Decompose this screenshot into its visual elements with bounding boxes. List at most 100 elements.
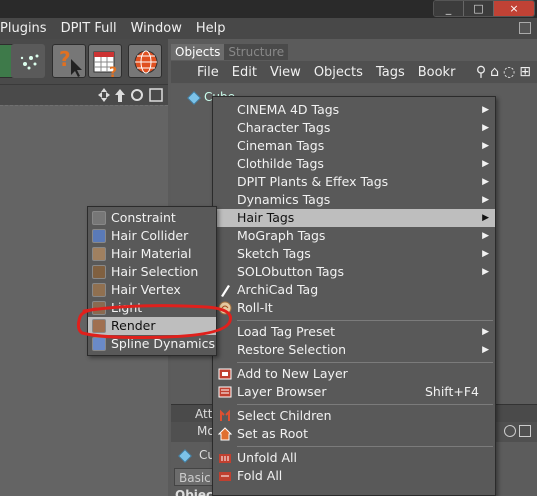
menu-item-dynamics-tags[interactable]: Dynamics Tags ▶ <box>213 191 495 209</box>
submenu-item-hair-collider[interactable]: Hair Collider <box>88 227 216 245</box>
menu-item-cinema4d-tags[interactable]: CINEMA 4D Tags ▶ <box>213 101 495 119</box>
menu-item-select-children[interactable]: Select Children <box>213 407 495 425</box>
menu-separator <box>237 320 493 321</box>
menu-window[interactable]: Window <box>131 21 190 36</box>
unfold-icon <box>219 454 231 463</box>
submenu-arrow-icon: ▶ <box>482 159 489 169</box>
submenu-arrow-icon: ▶ <box>482 123 489 133</box>
eye-icon[interactable]: ◌ <box>503 64 515 80</box>
attr-cube-icon <box>178 449 192 463</box>
menu-separator <box>237 404 493 405</box>
menu-item-sketch-tags[interactable]: Sketch Tags ▶ <box>213 245 495 263</box>
submenu-item-light[interactable]: Light <box>88 299 216 317</box>
submenu-arrow-icon: ▶ <box>482 327 489 337</box>
shortcut-label: Shift+F4 <box>424 384 479 399</box>
window-controls: _ □ × <box>433 0 535 17</box>
menu-help[interactable]: Help <box>196 21 234 36</box>
om-menu-bookmarks[interactable]: Bookr <box>418 65 456 80</box>
menu-item-fold-all[interactable]: Fold All <box>213 467 495 485</box>
menu-item-character-tags[interactable]: Character Tags ▶ <box>213 119 495 137</box>
roll-it-icon <box>218 301 232 315</box>
om-menu-tags[interactable]: Tags <box>376 65 405 80</box>
submenu-item-spline-dynamics[interactable]: Spline Dynamics <box>88 335 216 353</box>
menu-item-label: SOLObutton Tags <box>237 264 345 279</box>
menu-item-dpit-tags[interactable]: DPIT Plants & Effex Tags ▶ <box>213 173 495 191</box>
fold-icon <box>219 472 231 481</box>
tab-structure[interactable]: Structure <box>224 44 289 60</box>
new-window-icon[interactable] <box>519 425 531 437</box>
menu-separator <box>237 362 493 363</box>
menu-item-load-tag-preset[interactable]: Load Tag Preset ▶ <box>213 323 495 341</box>
submenu-arrow-icon: ▶ <box>482 345 489 355</box>
menu-item-label: Add to New Layer <box>237 366 348 381</box>
archicad-pencil-icon <box>221 285 230 297</box>
main-menubar: Plugins DPIT Full Window Help <box>0 18 537 39</box>
tags-context-menu: CINEMA 4D Tags ▶ Character Tags ▶ Cineman … <box>212 96 496 496</box>
menu-item-layer-browser[interactable]: Layer Browser Shift+F4 <box>213 383 495 401</box>
hair-vertex-icon <box>92 283 106 297</box>
help-cursor-icon[interactable]: ? <box>52 44 86 78</box>
menu-item-add-to-new-layer[interactable]: Add to New Layer <box>213 365 495 383</box>
menu-item-label: ArchiCad Tag <box>237 282 319 297</box>
menu-item-label: Hair Tags <box>237 210 295 225</box>
submenu-arrow-icon: ▶ <box>482 267 489 277</box>
menu-item-cineman-tags[interactable]: Cineman Tags ▶ <box>213 137 495 155</box>
globe-icon[interactable] <box>128 44 162 78</box>
viewport-nav-icons[interactable] <box>98 86 168 104</box>
calendar-help-icon[interactable]: ? <box>88 44 122 81</box>
new-panel-icon[interactable]: ⊞ <box>519 64 531 80</box>
minimize-button[interactable]: _ <box>434 1 464 16</box>
cube-icon <box>187 90 201 105</box>
menu-item-roll-it[interactable]: Roll-It <box>213 299 495 317</box>
menu-item-restore-selection[interactable]: Restore Selection ▶ <box>213 341 495 359</box>
hair-material-icon <box>92 247 106 261</box>
menu-item-label: Cineman Tags <box>237 138 325 153</box>
submenu-arrow-icon: ▶ <box>482 249 489 259</box>
select-children-icon <box>220 409 230 421</box>
submenu-arrow-icon: ▶ <box>482 141 489 151</box>
menu-item-solobutton-tags[interactable]: SOLObutton Tags ▶ <box>213 263 495 281</box>
menu-item-label: DPIT Plants & Effex Tags <box>237 174 389 189</box>
menu-dpit-full[interactable]: DPIT Full <box>61 21 125 36</box>
particles-icon <box>20 54 39 70</box>
om-menu-edit[interactable]: Edit <box>232 65 257 80</box>
home-icon[interactable]: ⌂ <box>490 64 499 80</box>
maximize-button[interactable]: □ <box>464 1 494 16</box>
menu-item-hair-tags[interactable]: Hair Tags ▶ <box>213 209 495 227</box>
submenu-item-label: Light <box>111 300 143 315</box>
submenu-item-hair-vertex[interactable]: Hair Vertex <box>88 281 216 299</box>
submenu-item-hair-selection[interactable]: Hair Selection <box>88 263 216 281</box>
submenu-item-constraint[interactable]: Constraint <box>88 209 216 227</box>
menu-item-clothilde-tags[interactable]: Clothilde Tags ▶ <box>213 155 495 173</box>
submenu-item-render[interactable]: Render <box>88 317 216 335</box>
om-menu-view[interactable]: View <box>270 65 301 80</box>
submenu-item-hair-material[interactable]: Hair Material <box>88 245 216 263</box>
menu-plugins[interactable]: Plugins <box>0 21 55 36</box>
menu-item-label: Roll-It <box>237 300 273 315</box>
layer-add-icon <box>218 368 232 380</box>
close-button[interactable]: × <box>494 1 534 16</box>
tab-objects[interactable]: Objects <box>171 44 225 60</box>
restore-layout-icon[interactable] <box>519 22 531 34</box>
menu-item-unfold-all[interactable]: Unfold All <box>213 449 495 467</box>
hair-render-icon <box>92 319 106 333</box>
object-manager-tabs: Objects Structure <box>171 44 289 60</box>
menu-item-label: Character Tags <box>237 120 331 135</box>
tab-basic[interactable]: Basic <box>174 468 214 486</box>
viewport-header <box>0 85 168 105</box>
submenu-arrow-icon: ▶ <box>482 231 489 241</box>
om-menu-objects[interactable]: Objects <box>314 65 363 80</box>
menu-separator <box>237 446 493 447</box>
search-icon[interactable]: ⚲ <box>476 64 486 80</box>
submenu-arrow-icon: ▶ <box>482 213 489 223</box>
menu-item-archicad-tag[interactable]: ArchiCad Tag <box>213 281 495 299</box>
menu-item-label: MoGraph Tags <box>237 228 326 243</box>
lock-icon[interactable] <box>504 425 516 437</box>
submenu-item-label: Hair Vertex <box>111 282 181 297</box>
submenu-item-label: Hair Selection <box>111 264 199 279</box>
menu-item-mograph-tags[interactable]: MoGraph Tags ▶ <box>213 227 495 245</box>
menu-item-set-as-root[interactable]: Set as Root <box>213 425 495 443</box>
particle-tool-icon[interactable] <box>11 44 45 78</box>
menu-item-label: Fold All <box>237 468 283 483</box>
om-menu-file[interactable]: File <box>197 65 219 80</box>
